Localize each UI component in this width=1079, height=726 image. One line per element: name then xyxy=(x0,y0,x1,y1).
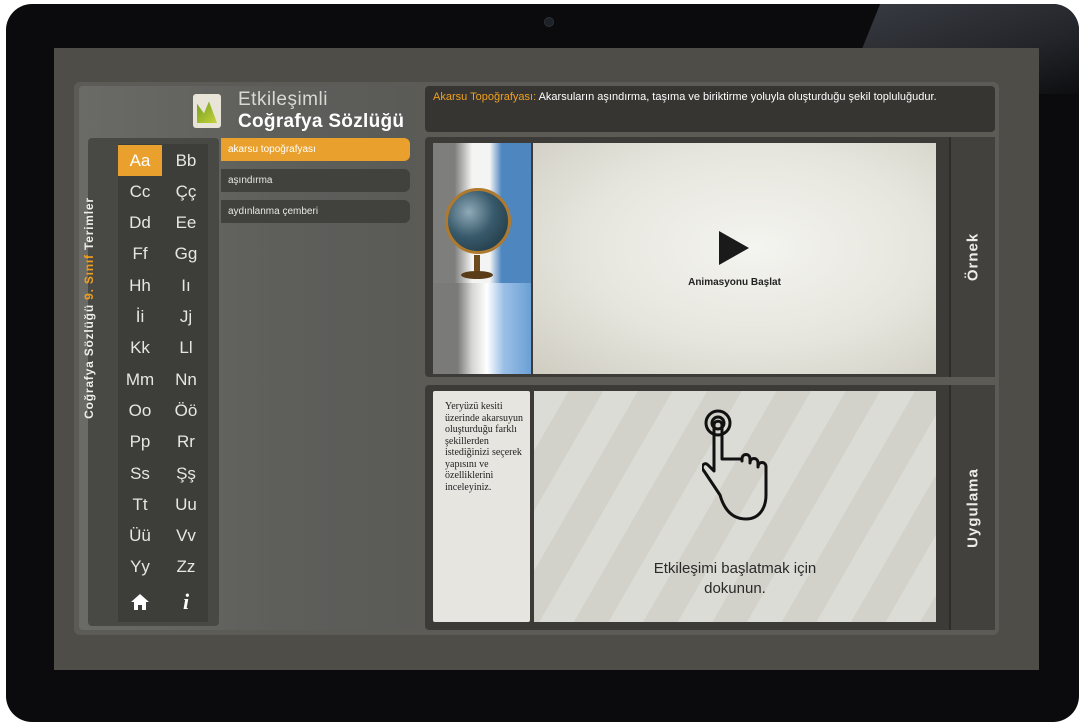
touch-message-line1: Etkileşimi başlatmak için xyxy=(653,560,817,577)
letter-button[interactable]: Zz xyxy=(164,552,208,583)
letter-button[interactable]: Kk xyxy=(118,333,162,364)
word-list-item[interactable]: aşındırma xyxy=(221,169,410,192)
definition-text: Akarsuların aşındırma, taşıma ve birikti… xyxy=(536,91,937,103)
touch-message: Etkileşimi başlatmak için dokunun. xyxy=(534,559,936,599)
interaction-area[interactable]: Etkileşimi başlatmak için dokunun. xyxy=(534,391,936,622)
letter-button[interactable]: Yy xyxy=(118,552,162,583)
alphabet-sidebar: Coğrafya Sözlüğü 9. Sınıf Terimler Aa Bb C… xyxy=(82,138,219,626)
definition-box: Akarsu Topoğrafyası: Akarsuların aşındır… xyxy=(425,86,995,132)
letter-button[interactable]: Uu xyxy=(164,489,208,520)
letter-button[interactable]: Bb xyxy=(164,145,208,176)
letter-button[interactable]: Şş xyxy=(164,458,208,489)
tab-practice[interactable]: Uygulama xyxy=(949,385,995,630)
tablet-frame: Etkileşimli Coğrafya Sözlüğü Coğrafya Sö… xyxy=(6,4,1079,722)
letter-button[interactable]: Tt xyxy=(118,489,162,520)
letter-button[interactable]: Dd xyxy=(118,208,162,239)
letter-button[interactable]: Gg xyxy=(164,239,208,270)
globe-base xyxy=(461,271,493,279)
letter-button[interactable]: Mm xyxy=(118,364,162,395)
app-title-line2: Coğrafya Sözlüğü xyxy=(238,111,405,132)
definition-term: Akarsu Topoğrafyası: xyxy=(433,91,537,103)
app-logo xyxy=(193,94,221,128)
tab-example-label: Örnek xyxy=(964,232,982,282)
animation-player[interactable]: Animasyonu Başlat xyxy=(533,143,936,374)
globe-thumbnail xyxy=(433,143,531,374)
thumbnail-lower xyxy=(433,283,531,374)
touch-hand-icon xyxy=(702,409,768,521)
letter-button[interactable]: Oo xyxy=(118,395,162,426)
letter-button[interactable]: Iı xyxy=(164,270,208,301)
letter-button[interactable]: Rr xyxy=(164,427,208,458)
example-section: Animasyonu Başlat Örnek xyxy=(425,137,995,377)
letter-button[interactable]: Öö xyxy=(164,395,208,426)
left-panel: Etkileşimli Coğrafya Sözlüğü Coğrafya Sö… xyxy=(79,86,415,630)
practice-instruction: Yeryüzü kesiti üzerinde akarsuyun oluştu… xyxy=(433,391,530,622)
logo-mark-icon xyxy=(197,101,217,123)
letter-button[interactable]: Jj xyxy=(164,302,208,333)
screen: Etkileşimli Coğrafya Sözlüğü Coğrafya Sö… xyxy=(54,48,1039,670)
tab-example[interactable]: Örnek xyxy=(949,137,995,377)
globe-icon xyxy=(445,188,511,254)
word-list-item[interactable]: akarsu topoğrafyası xyxy=(221,138,410,161)
letter-button[interactable]: Ll xyxy=(164,333,208,364)
letter-button[interactable]: Aa xyxy=(118,145,162,176)
letter-button[interactable]: Ss xyxy=(118,458,162,489)
app-title-line1: Etkileşimli xyxy=(238,89,328,110)
letter-button[interactable]: Pp xyxy=(118,427,162,458)
info-icon[interactable]: i xyxy=(164,588,208,616)
letter-grid: Aa Bb Cc Çç Dd Ee Ff Gg Hh Iı İi Jj Kk Ll Mm Nn Oo Öö Pp Rr… xyxy=(118,144,208,622)
touch-message-line2: dokunun. xyxy=(704,580,766,597)
letter-button[interactable]: Üü xyxy=(118,521,162,552)
word-list-item[interactable]: aydınlanma çemberi xyxy=(221,200,410,223)
letter-button[interactable]: Cc xyxy=(118,176,162,207)
letter-button[interactable]: Ff xyxy=(118,239,162,270)
play-label[interactable]: Animasyonu Başlat xyxy=(533,277,936,288)
tab-practice-label: Uygulama xyxy=(964,467,982,548)
letter-button[interactable]: Nn xyxy=(164,364,208,395)
home-icon-shape xyxy=(131,594,149,611)
home-icon[interactable] xyxy=(118,588,162,616)
app-window: Etkileşimli Coğrafya Sözlüğü Coğrafya Sö… xyxy=(74,82,999,635)
letter-button[interactable]: Çç xyxy=(164,176,208,207)
vertical-caption-grade: 9. Sınıf xyxy=(82,254,96,300)
letter-button[interactable]: İi xyxy=(118,302,162,333)
camera-icon xyxy=(544,17,554,27)
letter-button[interactable]: Vv xyxy=(164,521,208,552)
letter-button[interactable]: Ee xyxy=(164,208,208,239)
play-icon[interactable] xyxy=(719,231,749,265)
vertical-caption-part3: Terimler xyxy=(82,197,96,255)
practice-section: Yeryüzü kesiti üzerinde akarsuyun oluştu… xyxy=(425,385,995,630)
letter-button[interactable]: Hh xyxy=(118,270,162,301)
vertical-caption-part1: Coğrafya Sözlüğü xyxy=(82,299,96,419)
